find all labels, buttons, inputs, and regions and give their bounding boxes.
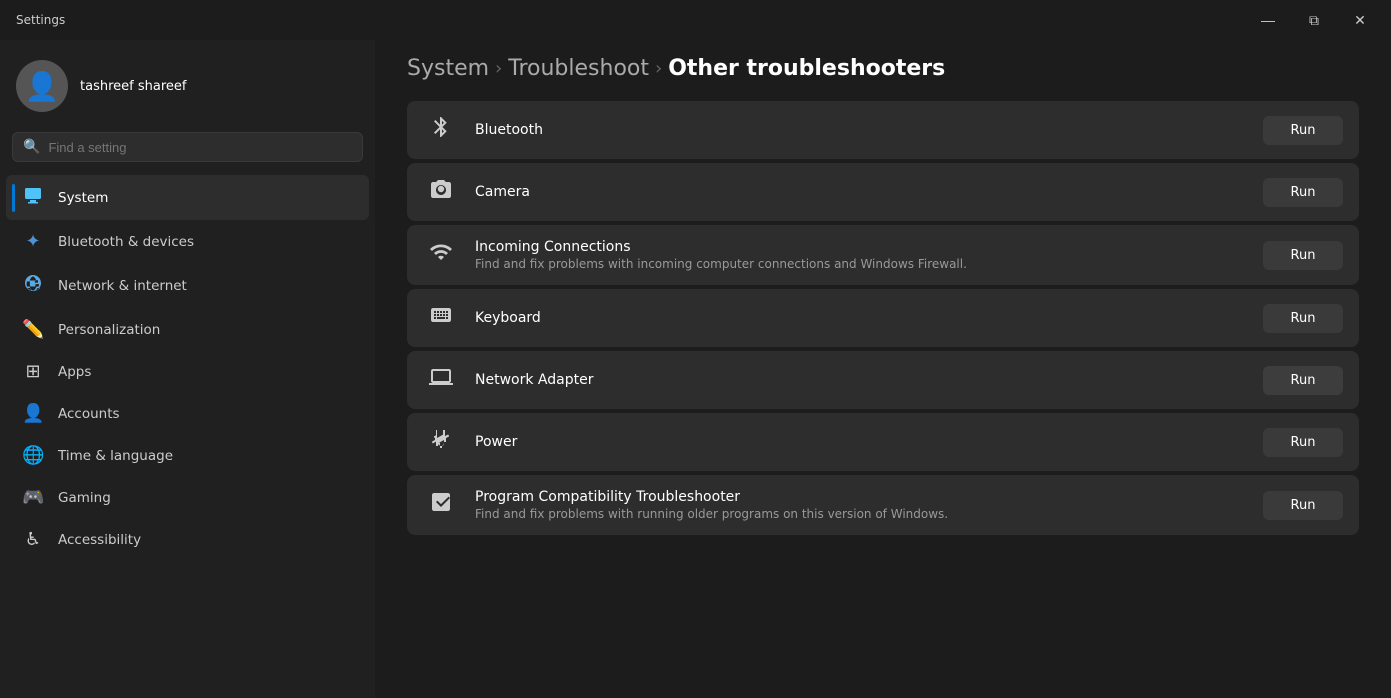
network-adapter-run-button[interactable]: Run xyxy=(1263,366,1343,395)
network-adapter-info: Network Adapter xyxy=(475,372,1247,388)
personalization-icon: ✏️ xyxy=(22,319,44,340)
program-compatibility-title: Program Compatibility Troubleshooter xyxy=(475,489,1247,505)
power-run-button[interactable]: Run xyxy=(1263,428,1343,457)
title-bar-title: Settings xyxy=(16,13,65,27)
accounts-icon: 👤 xyxy=(22,403,44,424)
sidebar-item-label-apps: Apps xyxy=(58,364,91,380)
troubleshooter-bluetooth: Bluetooth Run xyxy=(407,101,1359,159)
incoming-connections-info: Incoming Connections Find and fix proble… xyxy=(475,239,1247,271)
breadcrumb: System › Troubleshoot › Other troublesho… xyxy=(375,40,1391,101)
title-bar: Settings — ⧉ ✕ xyxy=(0,0,1391,40)
network-icon xyxy=(22,273,44,298)
sidebar-item-label-time: Time & language xyxy=(58,448,173,464)
sidebar-item-label-accounts: Accounts xyxy=(58,406,120,422)
bluetooth-nav-icon: ✦ xyxy=(22,231,44,252)
sidebar: 👤 tashreef shareef 🔍 System xyxy=(0,40,375,698)
gaming-icon: 🎮 xyxy=(22,487,44,508)
keyboard-title: Keyboard xyxy=(475,310,1247,326)
sidebar-item-personalization[interactable]: ✏️ Personalization xyxy=(6,309,369,350)
troubleshooter-camera: Camera Run xyxy=(407,163,1359,221)
sidebar-item-accounts[interactable]: 👤 Accounts xyxy=(6,393,369,434)
system-icon xyxy=(22,185,44,210)
maximize-button[interactable]: ⧉ xyxy=(1291,4,1337,36)
breadcrumb-sep-1: › xyxy=(495,58,502,79)
camera-t-icon xyxy=(423,177,459,207)
incoming-connections-run-button[interactable]: Run xyxy=(1263,241,1343,270)
troubleshooter-incoming-connections: Incoming Connections Find and fix proble… xyxy=(407,225,1359,285)
search-icon: 🔍 xyxy=(23,139,40,155)
incoming-connections-title: Incoming Connections xyxy=(475,239,1247,255)
keyboard-t-icon xyxy=(423,303,459,333)
network-adapter-t-icon xyxy=(423,365,459,395)
sidebar-item-apps[interactable]: ⊞ Apps xyxy=(6,351,369,392)
troubleshooter-list: Bluetooth Run Camera Run xyxy=(375,101,1391,535)
sidebar-item-label-network: Network & internet xyxy=(58,278,187,294)
sidebar-item-accessibility[interactable]: ♿ Accessibility xyxy=(6,519,369,560)
app-body: 👤 tashreef shareef 🔍 System xyxy=(0,40,1391,698)
troubleshooter-power: Power Run xyxy=(407,413,1359,471)
sidebar-item-label-system: System xyxy=(58,190,108,206)
incoming-connections-t-icon xyxy=(423,240,459,270)
accessibility-icon: ♿ xyxy=(22,529,44,550)
close-button[interactable]: ✕ xyxy=(1337,4,1383,36)
sidebar-item-system[interactable]: System xyxy=(6,175,369,220)
search-input[interactable] xyxy=(48,140,352,155)
sidebar-item-label-accessibility: Accessibility xyxy=(58,532,141,548)
troubleshooter-program-compatibility: Program Compatibility Troubleshooter Fin… xyxy=(407,475,1359,535)
sidebar-item-label-personalization: Personalization xyxy=(58,322,160,338)
power-t-icon xyxy=(423,427,459,457)
apps-icon: ⊞ xyxy=(22,361,44,382)
incoming-connections-desc: Find and fix problems with incoming comp… xyxy=(475,257,1247,271)
program-compatibility-run-button[interactable]: Run xyxy=(1263,491,1343,520)
keyboard-info: Keyboard xyxy=(475,310,1247,326)
sidebar-item-label-bluetooth: Bluetooth & devices xyxy=(58,234,194,250)
breadcrumb-sep-2: › xyxy=(655,58,662,79)
troubleshooter-keyboard: Keyboard Run xyxy=(407,289,1359,347)
search-box: 🔍 xyxy=(12,132,363,162)
sidebar-item-time[interactable]: 🌐 Time & language xyxy=(6,435,369,476)
camera-info: Camera xyxy=(475,184,1247,200)
main-content: System › Troubleshoot › Other troublesho… xyxy=(375,40,1391,698)
user-section: 👤 tashreef shareef xyxy=(0,40,375,128)
sidebar-item-gaming[interactable]: 🎮 Gaming xyxy=(6,477,369,518)
camera-run-button[interactable]: Run xyxy=(1263,178,1343,207)
camera-title: Camera xyxy=(475,184,1247,200)
bluetooth-run-button[interactable]: Run xyxy=(1263,116,1343,145)
power-title: Power xyxy=(475,434,1247,450)
power-info: Power xyxy=(475,434,1247,450)
time-icon: 🌐 xyxy=(22,445,44,466)
sidebar-item-bluetooth[interactable]: ✦ Bluetooth & devices xyxy=(6,221,369,262)
troubleshooter-network-adapter: Network Adapter Run xyxy=(407,351,1359,409)
bluetooth-info: Bluetooth xyxy=(475,122,1247,138)
breadcrumb-other: Other troubleshooters xyxy=(668,56,945,81)
avatar-icon: 👤 xyxy=(25,70,60,103)
nav-menu: System ✦ Bluetooth & devices Network & i… xyxy=(0,174,375,561)
keyboard-run-button[interactable]: Run xyxy=(1263,304,1343,333)
network-adapter-title: Network Adapter xyxy=(475,372,1247,388)
bluetooth-t-icon xyxy=(423,115,459,145)
user-name: tashreef shareef xyxy=(80,79,186,94)
breadcrumb-system[interactable]: System xyxy=(407,56,489,81)
minimize-button[interactable]: — xyxy=(1245,4,1291,36)
title-bar-controls: — ⧉ ✕ xyxy=(1245,4,1383,36)
program-compatibility-desc: Find and fix problems with running older… xyxy=(475,507,1247,521)
program-compatibility-t-icon xyxy=(423,490,459,520)
breadcrumb-troubleshoot[interactable]: Troubleshoot xyxy=(508,56,649,81)
program-compatibility-info: Program Compatibility Troubleshooter Fin… xyxy=(475,489,1247,521)
bluetooth-title: Bluetooth xyxy=(475,122,1247,138)
sidebar-item-network[interactable]: Network & internet xyxy=(6,263,369,308)
title-bar-left: Settings xyxy=(16,13,65,27)
sidebar-item-label-gaming: Gaming xyxy=(58,490,111,506)
avatar: 👤 xyxy=(16,60,68,112)
